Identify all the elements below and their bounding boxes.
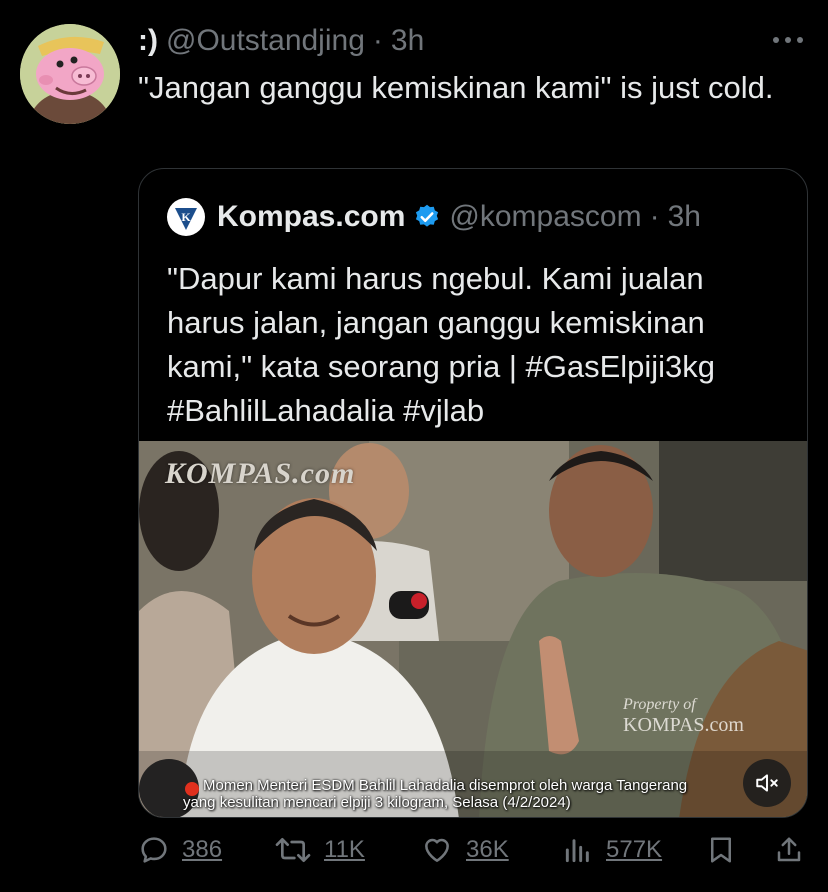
quoted-tweet-time[interactable]: 3h — [668, 197, 701, 237]
video-player[interactable]: KOMPAS.com Property of KOMPAS.com Momen … — [139, 441, 807, 817]
tweet-header: :) @Outstandjing · 3h — [138, 22, 424, 60]
more-dots-icon[interactable] — [770, 30, 806, 50]
quoted-tweet-header: K Kompas.com @kompascom · 3h — [167, 197, 701, 237]
quoted-tweet-text: "Dapur kami harus ngebul. Kami jualan ha… — [167, 261, 716, 428]
caption-line-2: yang kesulitan mencari elpiji 3 kilogram… — [183, 794, 571, 811]
bookmark-button[interactable] — [706, 834, 736, 866]
property-watermark: Property of KOMPAS.com — [623, 695, 753, 735]
quoted-display-name[interactable]: Kompas.com — [217, 197, 405, 237]
mute-button[interactable] — [743, 759, 791, 807]
verified-badge-icon — [413, 203, 441, 231]
tweet-time[interactable]: 3h — [391, 22, 424, 60]
quoted-user-handle[interactable]: @kompascom — [449, 197, 641, 237]
video-frame — [139, 441, 807, 817]
quoted-tweet[interactable]: K Kompas.com @kompascom · 3h "Dapur kami… — [138, 168, 808, 818]
video-caption: Momen Menteri ESDM Bahlil Lahadalia dise… — [183, 777, 743, 811]
property-watermark-line1: Property of — [623, 696, 696, 713]
like-count: 36K — [466, 836, 509, 863]
share-icon — [777, 837, 801, 862]
like-button[interactable]: 36K — [420, 834, 509, 866]
kompas-watermark: KOMPAS.com — [165, 457, 356, 490]
kompas-logo-icon: K — [168, 199, 204, 235]
share-button[interactable] — [774, 834, 804, 866]
action-bar: 386 11K 36K 577K — [138, 834, 808, 874]
retweet-count: 11K — [324, 836, 365, 863]
separator-dot: · — [372, 24, 383, 57]
caption-line-1: Momen Menteri ESDM Bahlil Lahadalia dise… — [203, 777, 688, 794]
reply-icon — [141, 837, 167, 863]
views-count: 577K — [606, 836, 663, 863]
svg-text:K: K — [181, 210, 191, 224]
kompas-logo-avatar[interactable]: K — [167, 198, 205, 236]
display-name[interactable]: :) — [138, 22, 158, 60]
retweet-icon — [275, 838, 311, 862]
user-avatar[interactable] — [20, 24, 120, 124]
heart-icon — [425, 838, 449, 862]
views-chart-icon — [565, 839, 589, 863]
views-button[interactable]: 577K — [562, 834, 662, 866]
property-watermark-line2: KOMPAS.com — [623, 714, 744, 736]
pig-cartoon-avatar-icon — [20, 24, 120, 124]
tweet[interactable]: :) @Outstandjing · 3h "Jangan ganggu kem… — [0, 0, 828, 892]
bookmark-icon — [711, 837, 731, 863]
speaker-muted-icon — [756, 774, 778, 792]
user-handle[interactable]: @Outstandjing — [166, 22, 365, 60]
retweet-button[interactable]: 11K — [274, 834, 365, 866]
tweet-text: "Jangan ganggu kemiskinan kami" is just … — [138, 70, 774, 105]
reply-count: 386 — [182, 836, 223, 863]
separator-dot: · — [649, 200, 660, 233]
reply-button[interactable]: 386 — [138, 834, 222, 866]
